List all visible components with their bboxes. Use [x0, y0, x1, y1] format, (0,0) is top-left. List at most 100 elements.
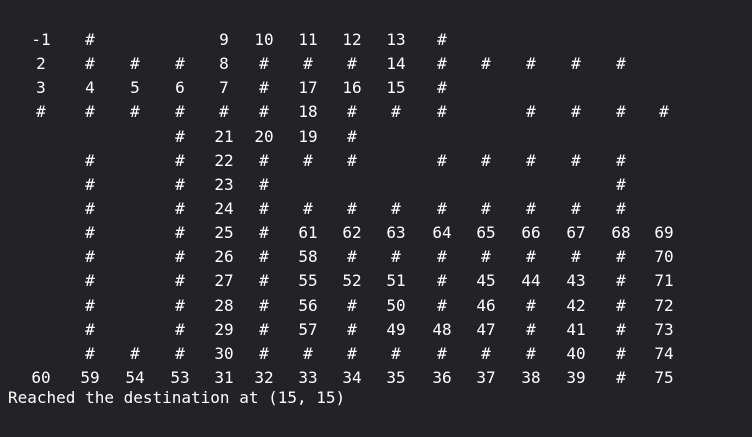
terminal-window[interactable]: -1 #9 10 11 12 13 #2 # # #8 # # #14 # # # # #3 4 5 6 7 #17 16 15… [0, 0, 752, 437]
maze-wall: # [616, 367, 626, 387]
maze-wall: # [526, 343, 536, 363]
maze-wall: # [85, 54, 95, 74]
maze-step: 69 [654, 223, 674, 243]
maze-step: 7 [219, 78, 229, 98]
maze-wall: # [391, 247, 401, 267]
maze-step: 33 [298, 367, 318, 387]
maze-step: 61 [298, 223, 318, 243]
maze-wall: # [175, 126, 185, 146]
maze-wall: # [175, 150, 185, 170]
maze-wall: # [437, 54, 447, 74]
maze-step: 10 [254, 30, 274, 49]
maze-wall: # [481, 343, 491, 363]
maze-step: 30 [214, 343, 234, 363]
maze-wall: # [175, 319, 185, 339]
maze-wall: # [526, 150, 536, 170]
maze-step: 15 [386, 78, 406, 98]
maze-wall: # [130, 102, 140, 122]
maze-step: 34 [342, 367, 362, 387]
maze-wall: # [616, 150, 626, 170]
maze-step: 49 [386, 319, 406, 339]
maze-wall: # [526, 102, 536, 122]
maze-wall: # [616, 319, 626, 339]
maze-step: 42 [566, 295, 586, 315]
maze-step: 43 [566, 271, 586, 291]
maze-step: 23 [214, 174, 234, 194]
maze-wall: # [437, 150, 447, 170]
status-line: Reached the destination at (15, 15) [8, 388, 346, 407]
maze-wall: # [526, 247, 536, 267]
maze-step: 46 [476, 295, 496, 315]
maze-step: 38 [521, 367, 541, 387]
maze-step: 2 [36, 54, 46, 74]
maze-step: 28 [214, 295, 234, 315]
maze-step: 9 [219, 30, 229, 49]
maze-wall: # [259, 54, 269, 74]
maze-step: 6 [175, 78, 185, 98]
maze-wall: # [347, 343, 357, 363]
maze-wall: # [303, 54, 313, 74]
maze-step: 65 [476, 223, 496, 243]
maze-wall: # [259, 198, 269, 218]
maze-wall: # [259, 271, 269, 291]
maze-step: 75 [654, 367, 674, 387]
maze-step: 35 [386, 367, 406, 387]
maze-wall: # [259, 223, 269, 243]
maze-wall: # [526, 54, 536, 74]
maze-step: 41 [566, 319, 586, 339]
maze-wall: # [259, 174, 269, 194]
maze-step: 59 [80, 367, 100, 387]
maze-wall: # [347, 126, 357, 146]
maze-step: 27 [214, 271, 234, 291]
maze-step: 64 [432, 223, 452, 243]
maze-wall: # [347, 198, 357, 218]
maze-wall: # [85, 247, 95, 267]
maze-wall: # [85, 271, 95, 291]
maze-wall: # [85, 343, 95, 363]
maze-wall: # [347, 295, 357, 315]
maze-step: 56 [298, 295, 318, 315]
maze-wall: # [571, 247, 581, 267]
maze-wall: # [526, 295, 536, 315]
maze-wall: # [175, 343, 185, 363]
maze-step: 16 [342, 78, 362, 98]
maze-step: 20 [254, 126, 274, 146]
maze-step: 45 [476, 271, 496, 291]
maze-step: 57 [298, 319, 318, 339]
maze-wall: # [175, 271, 185, 291]
maze-wall: # [526, 319, 536, 339]
maze-wall: # [616, 102, 626, 122]
maze-step: 70 [654, 247, 674, 267]
maze-step: 40 [566, 343, 586, 363]
maze-wall: # [571, 54, 581, 74]
maze-step: 50 [386, 295, 406, 315]
maze-wall: # [481, 198, 491, 218]
maze-step: -1 [31, 30, 51, 49]
maze-wall: # [85, 174, 95, 194]
maze-wall: # [437, 30, 447, 49]
maze-step: 17 [298, 78, 318, 98]
maze-wall: # [437, 102, 447, 122]
maze-step: 3 [36, 78, 46, 98]
maze-step: 19 [298, 126, 318, 146]
maze-wall: # [259, 102, 269, 122]
maze-wall: # [616, 295, 626, 315]
maze-wall: # [526, 198, 536, 218]
maze-step: 55 [298, 271, 318, 291]
maze-wall: # [616, 174, 626, 194]
maze-step: 21 [214, 126, 234, 146]
maze-step: 73 [654, 319, 674, 339]
maze-wall: # [437, 295, 447, 315]
maze-wall: # [616, 343, 626, 363]
maze-step: 12 [342, 30, 362, 49]
maze-step: 14 [386, 54, 406, 74]
maze-step: 24 [214, 198, 234, 218]
maze-wall: # [616, 198, 626, 218]
maze-step: 36 [432, 367, 452, 387]
maze-step: 18 [298, 102, 318, 122]
maze-step: 48 [432, 319, 452, 339]
maze-wall: # [437, 343, 447, 363]
maze-wall: # [303, 150, 313, 170]
maze-wall: # [347, 102, 357, 122]
maze-step: 29 [214, 319, 234, 339]
